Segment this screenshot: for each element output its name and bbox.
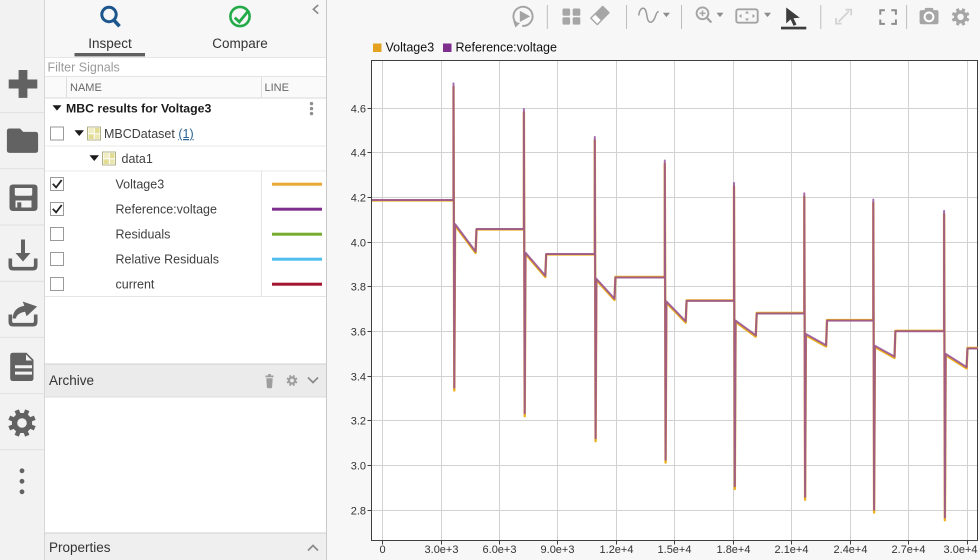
svg-text:Properties: Properties [49, 540, 111, 555]
svg-text:Voltage3: Voltage3 [116, 178, 165, 192]
svg-text:MBCDataset (1): MBCDataset (1) [104, 127, 194, 141]
svg-text:6.0e+3: 6.0e+3 [483, 544, 517, 556]
svg-text:data1: data1 [122, 152, 153, 166]
svg-text:3.0e+4: 3.0e+4 [944, 544, 978, 556]
svg-text:3.6: 3.6 [351, 326, 366, 338]
svg-text:1.5e+4: 1.5e+4 [658, 544, 692, 556]
svg-text:Inspect: Inspect [88, 36, 132, 51]
svg-text:3.0e+3: 3.0e+3 [425, 544, 459, 556]
svg-text:NAME: NAME [70, 82, 102, 94]
svg-text:Voltage3: Voltage3 [386, 41, 435, 55]
svg-text:3.2: 3.2 [351, 415, 366, 427]
svg-text:Filter Signals: Filter Signals [48, 61, 120, 75]
svg-text:0: 0 [379, 544, 385, 556]
svg-text:current: current [116, 278, 155, 292]
svg-text:3.8: 3.8 [351, 281, 366, 293]
svg-text:LINE: LINE [265, 82, 289, 94]
svg-text:Reference:voltage: Reference:voltage [456, 41, 558, 55]
svg-text:MBC results for Voltage3: MBC results for Voltage3 [66, 102, 211, 116]
svg-text:Compare: Compare [212, 36, 268, 51]
svg-text:2.4e+4: 2.4e+4 [834, 544, 868, 556]
svg-text:2.7e+4: 2.7e+4 [892, 544, 926, 556]
svg-text:9.0e+3: 9.0e+3 [541, 544, 575, 556]
svg-text:4.0: 4.0 [351, 237, 366, 249]
svg-text:3.4: 3.4 [351, 371, 366, 383]
svg-text:2.8: 2.8 [351, 505, 366, 517]
svg-text:Archive: Archive [49, 373, 94, 388]
svg-text:Residuals: Residuals [116, 228, 171, 242]
svg-text:4.4: 4.4 [351, 147, 366, 159]
svg-text:1.8e+4: 1.8e+4 [717, 544, 751, 556]
svg-text:Relative Residuals: Relative Residuals [116, 253, 220, 267]
svg-text:3.0: 3.0 [351, 460, 366, 472]
svg-text:4.6: 4.6 [351, 103, 366, 115]
svg-text:1.2e+4: 1.2e+4 [600, 544, 634, 556]
svg-text:2.1e+4: 2.1e+4 [775, 544, 809, 556]
svg-text:4.2: 4.2 [351, 192, 366, 204]
svg-text:Reference:voltage: Reference:voltage [116, 203, 218, 217]
